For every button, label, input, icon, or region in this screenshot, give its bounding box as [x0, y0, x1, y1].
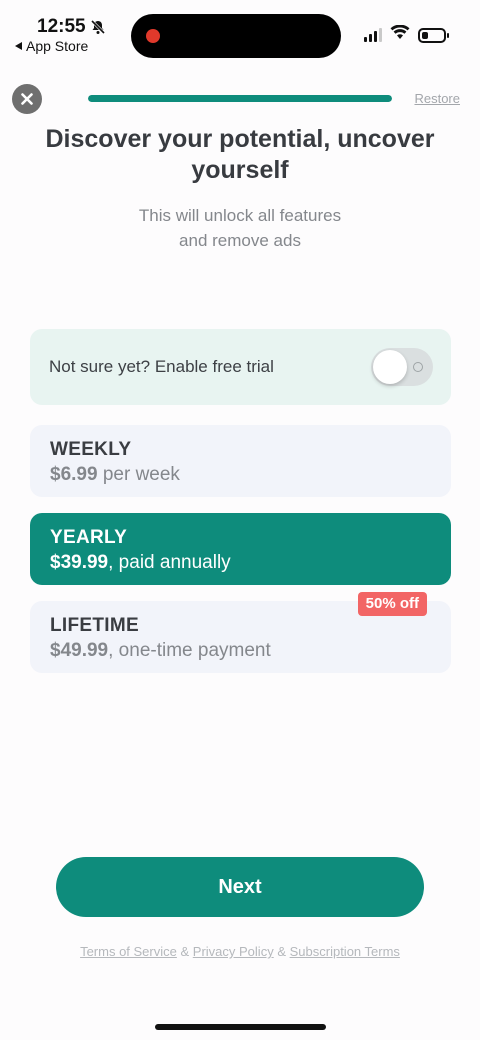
plan-price-suffix: per week	[97, 464, 180, 485]
next-button[interactable]: Next	[56, 857, 424, 917]
plan-price-line: $6.99 per week	[50, 463, 451, 487]
legal-links: Terms of Service & Privacy Policy & Subs…	[0, 944, 480, 959]
plan-price: $39.99	[50, 552, 109, 573]
status-indicators	[364, 24, 449, 45]
status-time: 12:55	[37, 16, 86, 37]
plan-price-suffix: , paid annually	[108, 552, 231, 573]
onboarding-progress-bar	[88, 95, 392, 102]
page-title: Discover your potential, uncover yoursel…	[45, 125, 435, 184]
plan-yearly[interactable]: YEARLY $39.99, paid annually	[30, 513, 451, 585]
restore-purchases-link[interactable]: Restore	[414, 91, 460, 106]
plan-price: $49.99	[50, 640, 109, 661]
cellular-signal-icon	[364, 28, 382, 42]
toggle-knob	[373, 350, 407, 384]
progress-fill	[88, 95, 392, 102]
toggle-off-icon	[413, 362, 423, 372]
wifi-icon	[390, 24, 410, 45]
plan-weekly[interactable]: WEEKLY $6.99 per week	[30, 425, 451, 497]
plan-lifetime[interactable]: 50% off LIFETIME $49.99, one-time paymen…	[30, 592, 451, 673]
bell-slash-icon	[90, 19, 106, 35]
subscription-terms-link[interactable]: Subscription Terms	[290, 944, 400, 959]
legal-separator: &	[273, 944, 290, 959]
plan-name: YEARLY	[50, 527, 128, 548]
close-button[interactable]	[12, 84, 42, 114]
back-arrow-icon	[15, 42, 22, 50]
battery-icon	[418, 27, 449, 43]
status-bar: 12:55 App Store	[0, 0, 480, 62]
battery-level	[422, 31, 428, 39]
free-trial-label: Not sure yet? Enable free trial	[49, 357, 274, 376]
home-indicator[interactable]	[155, 1024, 326, 1030]
legal-separator: &	[176, 944, 193, 959]
plan-price-line: $39.99, paid annually	[50, 551, 451, 575]
plan-name: WEEKLY	[50, 439, 132, 460]
plan-name: LIFETIME	[50, 615, 139, 636]
free-trial-row[interactable]: Not sure yet? Enable free trial	[30, 329, 451, 405]
terms-of-service-link[interactable]: Terms of Service	[80, 944, 177, 959]
dynamic-island	[131, 14, 341, 58]
recording-indicator-icon	[146, 29, 160, 43]
page-subtitle: This will unlock all features and remove…	[138, 206, 342, 250]
close-icon	[21, 93, 33, 105]
status-time-group: 12:55	[37, 16, 106, 38]
plan-price-line: $49.99, one-time payment	[50, 639, 451, 663]
plan-price: $6.99	[50, 464, 98, 485]
free-trial-toggle[interactable]	[371, 348, 433, 386]
privacy-policy-link[interactable]: Privacy Policy	[193, 944, 274, 959]
discount-badge: 50% off	[357, 592, 427, 616]
back-to-app-store[interactable]: App Store	[15, 38, 88, 54]
plan-price-suffix: , one-time payment	[108, 640, 271, 661]
back-app-label: App Store	[26, 38, 89, 54]
